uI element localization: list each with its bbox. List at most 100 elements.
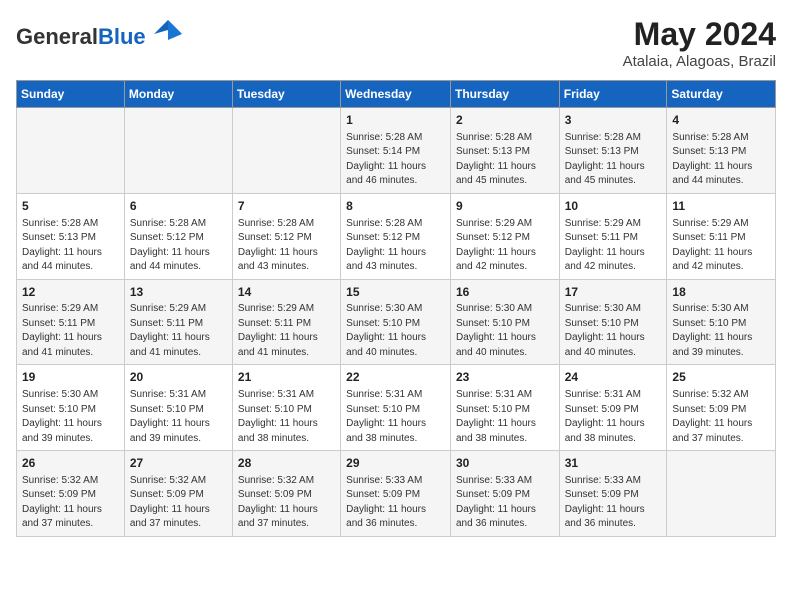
day-info: Sunrise: 5:30 AM Sunset: 5:10 PM Dayligh…	[672, 302, 770, 360]
day-info: Sunrise: 5:28 AM Sunset: 5:13 PM Dayligh…	[22, 217, 119, 275]
day-number: 5	[22, 198, 119, 215]
day-info: Sunrise: 5:29 AM Sunset: 5:11 PM Dayligh…	[130, 302, 227, 360]
calendar-cell: 22Sunrise: 5:31 AM Sunset: 5:10 PM Dayli…	[341, 365, 451, 451]
day-number: 26	[22, 455, 119, 472]
day-number: 11	[672, 198, 770, 215]
calendar-cell: 13Sunrise: 5:29 AM Sunset: 5:11 PM Dayli…	[124, 279, 232, 365]
day-number: 23	[456, 369, 554, 386]
day-number: 16	[456, 284, 554, 301]
location: Atalaia, Alagoas, Brazil	[623, 53, 776, 70]
day-info: Sunrise: 5:28 AM Sunset: 5:14 PM Dayligh…	[346, 131, 445, 189]
calendar-cell: 15Sunrise: 5:30 AM Sunset: 5:10 PM Dayli…	[341, 279, 451, 365]
calendar-cell	[17, 108, 125, 194]
weekday-header-friday: Friday	[559, 81, 667, 108]
calendar-cell: 21 Sunrise: 5:31 AM Sunset: 5:10 PM Dayli…	[232, 365, 340, 451]
day-number: 1	[346, 112, 445, 129]
calendar-cell: 17Sunrise: 5:30 AM Sunset: 5:10 PM Dayli…	[559, 279, 667, 365]
weekday-header-wednesday: Wednesday	[341, 81, 451, 108]
day-number: 14	[238, 284, 335, 301]
day-number: 8	[346, 198, 445, 215]
day-info: Sunrise: 5:29 AM Sunset: 5:11 PM Dayligh…	[565, 217, 662, 275]
calendar-cell: 23 Sunrise: 5:31 AM Sunset: 5:10 PM Dayli…	[450, 365, 559, 451]
calendar-cell: 6Sunrise: 5:28 AM Sunset: 5:12 PM Daylig…	[124, 193, 232, 279]
day-info: Sunrise: 5:28 AM Sunset: 5:12 PM Dayligh…	[346, 217, 445, 275]
day-info: Sunrise: 5:30 AM Sunset: 5:10 PM Dayligh…	[346, 302, 445, 360]
page-header: GeneralBlue May 2024 Atalaia, Alagoas, B…	[16, 16, 776, 70]
calendar-week-row: 12Sunrise: 5:29 AM Sunset: 5:11 PM Dayli…	[17, 279, 776, 365]
logo: GeneralBlue	[16, 16, 182, 49]
calendar-cell: 11 Sunrise: 5:29 AM Sunset: 5:11 PM Dayli…	[667, 193, 776, 279]
calendar-week-row: 5 Sunrise: 5:28 AM Sunset: 5:13 PM Daylig…	[17, 193, 776, 279]
logo-blue: Blue	[98, 24, 146, 49]
day-info: Sunrise: 5:32 AM Sunset: 5:09 PM Dayligh…	[22, 474, 119, 532]
calendar-cell: 14Sunrise: 5:29 AM Sunset: 5:11 PM Dayli…	[232, 279, 340, 365]
day-number: 25	[672, 369, 770, 386]
calendar-cell: 30 Sunrise: 5:33 AM Sunset: 5:09 PM Dayli…	[450, 451, 559, 537]
calendar-cell: 8 Sunrise: 5:28 AM Sunset: 5:12 PM Daylig…	[341, 193, 451, 279]
calendar-week-row: 19Sunrise: 5:30 AM Sunset: 5:10 PM Dayli…	[17, 365, 776, 451]
day-number: 29	[346, 455, 445, 472]
calendar-cell: 10 Sunrise: 5:29 AM Sunset: 5:11 PM Dayli…	[559, 193, 667, 279]
calendar-cell: 26 Sunrise: 5:32 AM Sunset: 5:09 PM Dayli…	[17, 451, 125, 537]
day-info: Sunrise: 5:33 AM Sunset: 5:09 PM Dayligh…	[456, 474, 554, 532]
day-number: 3	[565, 112, 662, 129]
day-info: Sunrise: 5:30 AM Sunset: 5:10 PM Dayligh…	[565, 302, 662, 360]
logo-general: General	[16, 24, 98, 49]
calendar-week-row: 26 Sunrise: 5:32 AM Sunset: 5:09 PM Dayli…	[17, 451, 776, 537]
day-info: Sunrise: 5:32 AM Sunset: 5:09 PM Dayligh…	[130, 474, 227, 532]
weekday-header-monday: Monday	[124, 81, 232, 108]
day-info: Sunrise: 5:32 AM Sunset: 5:09 PM Dayligh…	[672, 388, 770, 446]
day-number: 31	[565, 455, 662, 472]
day-info: Sunrise: 5:31 AM Sunset: 5:10 PM Dayligh…	[130, 388, 227, 446]
day-info: Sunrise: 5:33 AM Sunset: 5:09 PM Dayligh…	[565, 474, 662, 532]
calendar-cell: 7Sunrise: 5:28 AM Sunset: 5:12 PM Daylig…	[232, 193, 340, 279]
day-info: Sunrise: 5:30 AM Sunset: 5:10 PM Dayligh…	[456, 302, 554, 360]
day-info: Sunrise: 5:29 AM Sunset: 5:11 PM Dayligh…	[672, 217, 770, 275]
day-number: 20	[130, 369, 227, 386]
weekday-header-saturday: Saturday	[667, 81, 776, 108]
calendar-cell: 1 Sunrise: 5:28 AM Sunset: 5:14 PM Daylig…	[341, 108, 451, 194]
day-info: Sunrise: 5:31 AM Sunset: 5:10 PM Dayligh…	[346, 388, 445, 446]
calendar-cell	[667, 451, 776, 537]
day-number: 24	[565, 369, 662, 386]
calendar-cell: 31 Sunrise: 5:33 AM Sunset: 5:09 PM Dayli…	[559, 451, 667, 537]
calendar-cell: 16Sunrise: 5:30 AM Sunset: 5:10 PM Dayli…	[450, 279, 559, 365]
day-number: 13	[130, 284, 227, 301]
day-number: 2	[456, 112, 554, 129]
day-number: 4	[672, 112, 770, 129]
day-number: 9	[456, 198, 554, 215]
calendar-cell: 24 Sunrise: 5:31 AM Sunset: 5:09 PM Dayli…	[559, 365, 667, 451]
day-info: Sunrise: 5:29 AM Sunset: 5:11 PM Dayligh…	[22, 302, 119, 360]
calendar-cell: 29 Sunrise: 5:33 AM Sunset: 5:09 PM Dayli…	[341, 451, 451, 537]
day-info: Sunrise: 5:31 AM Sunset: 5:10 PM Dayligh…	[456, 388, 554, 446]
calendar-cell: 20 Sunrise: 5:31 AM Sunset: 5:10 PM Dayli…	[124, 365, 232, 451]
day-info: Sunrise: 5:28 AM Sunset: 5:12 PM Dayligh…	[238, 217, 335, 275]
calendar-table: SundayMondayTuesdayWednesdayThursdayFrid…	[16, 80, 776, 537]
day-info: Sunrise: 5:29 AM Sunset: 5:12 PM Dayligh…	[456, 217, 554, 275]
day-info: Sunrise: 5:30 AM Sunset: 5:10 PM Dayligh…	[22, 388, 119, 446]
day-info: Sunrise: 5:28 AM Sunset: 5:13 PM Dayligh…	[456, 131, 554, 189]
logo-bird-icon	[154, 16, 182, 44]
day-info: Sunrise: 5:28 AM Sunset: 5:12 PM Dayligh…	[130, 217, 227, 275]
title-block: May 2024 Atalaia, Alagoas, Brazil	[623, 16, 776, 70]
day-info: Sunrise: 5:31 AM Sunset: 5:09 PM Dayligh…	[565, 388, 662, 446]
day-info: Sunrise: 5:31 AM Sunset: 5:10 PM Dayligh…	[238, 388, 335, 446]
calendar-week-row: 1 Sunrise: 5:28 AM Sunset: 5:14 PM Daylig…	[17, 108, 776, 194]
calendar-cell: 12Sunrise: 5:29 AM Sunset: 5:11 PM Dayli…	[17, 279, 125, 365]
day-number: 10	[565, 198, 662, 215]
day-info: Sunrise: 5:33 AM Sunset: 5:09 PM Dayligh…	[346, 474, 445, 532]
day-number: 12	[22, 284, 119, 301]
calendar-cell: 28Sunrise: 5:32 AM Sunset: 5:09 PM Dayli…	[232, 451, 340, 537]
calendar-cell: 27 Sunrise: 5:32 AM Sunset: 5:09 PM Dayli…	[124, 451, 232, 537]
day-number: 30	[456, 455, 554, 472]
day-number: 27	[130, 455, 227, 472]
day-number: 18	[672, 284, 770, 301]
weekday-header-thursday: Thursday	[450, 81, 559, 108]
calendar-cell: 19Sunrise: 5:30 AM Sunset: 5:10 PM Dayli…	[17, 365, 125, 451]
calendar-cell	[124, 108, 232, 194]
day-number: 21	[238, 369, 335, 386]
day-number: 15	[346, 284, 445, 301]
day-number: 17	[565, 284, 662, 301]
calendar-cell	[232, 108, 340, 194]
calendar-cell: 2 Sunrise: 5:28 AM Sunset: 5:13 PM Daylig…	[450, 108, 559, 194]
